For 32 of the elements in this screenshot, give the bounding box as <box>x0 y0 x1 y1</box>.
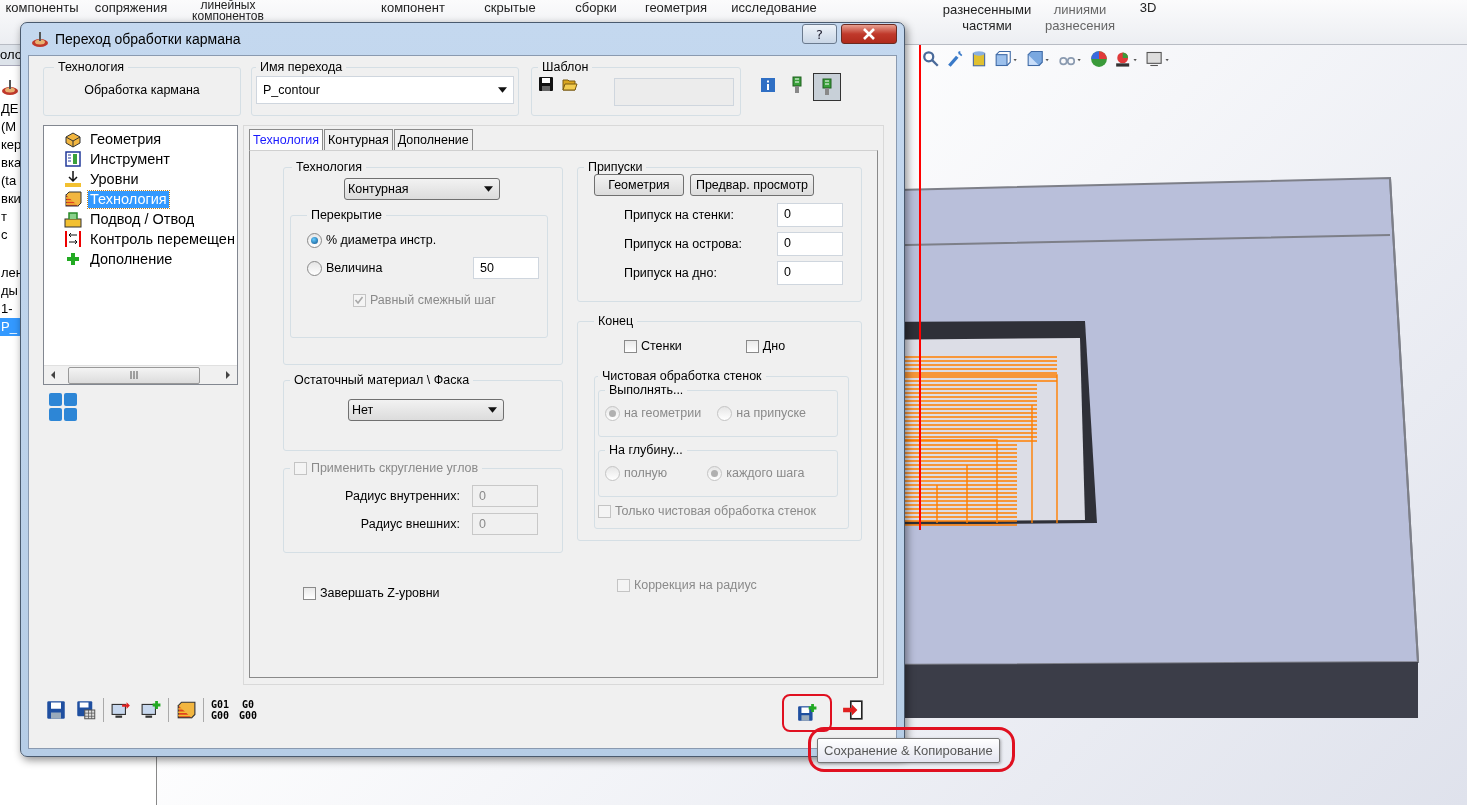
group-label: Припуски <box>586 160 644 174</box>
group-label: Остаточный материал \ Фаска <box>292 373 471 387</box>
checkbox-label: Равный смежный шаг <box>369 293 496 307</box>
group-label: Выполнять... <box>607 383 685 397</box>
radio-label: Величина <box>325 261 383 275</box>
field-label: Припуск на дно: <box>623 266 717 280</box>
window-title: Переход обработки кармана <box>55 31 242 47</box>
checkbox-label: Завершать Z-уровни <box>319 586 440 600</box>
radio-label: на геометрии <box>623 406 702 420</box>
field-label: Радиус внешних: <box>360 517 460 531</box>
group-label: Перекрытие <box>309 208 383 222</box>
checkbox-label: Дно <box>762 339 786 353</box>
radio-label: % диаметра инстр. <box>325 233 437 247</box>
group-label: Чистовая обработка стенок <box>600 369 763 383</box>
field-label: Припуск на острова: <box>623 237 742 251</box>
group-label: Технология <box>294 160 364 174</box>
checkbox-label: Стенки <box>640 339 682 353</box>
group-label: Шаблон <box>541 60 590 74</box>
group-label: На глубину... <box>607 443 684 457</box>
group-label: Имя перехода <box>259 60 344 74</box>
technology-value: Обработка кармана <box>83 83 201 97</box>
checkbox-label: Только чистовая обработка стенок <box>614 504 816 518</box>
field-label: Припуск на стенки: <box>623 208 734 222</box>
checkbox-label: Применить скругление углов <box>310 461 479 475</box>
group-label: Технология <box>57 60 126 74</box>
radio-label: на припуске <box>736 406 806 420</box>
field-label: Радиус внутренних: <box>345 489 460 503</box>
tooltip: Сохранение & Копирование <box>817 738 1000 763</box>
group-label: Конец <box>596 314 635 328</box>
radio-label: полную <box>623 466 668 480</box>
radio-label: каждого шага <box>726 466 805 480</box>
checkbox-label: Коррекция на радиус <box>633 578 757 592</box>
